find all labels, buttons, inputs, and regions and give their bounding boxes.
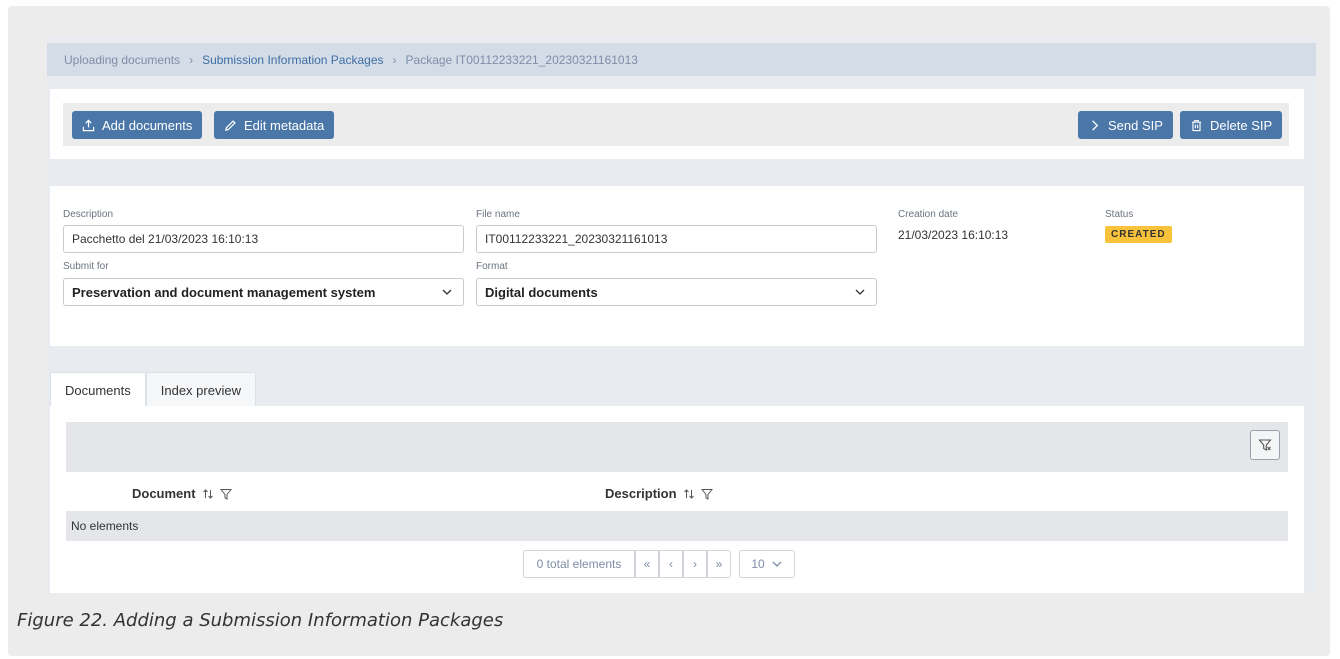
actions-panel: Add documents Edit metadata Send SIP Del…: [50, 89, 1304, 159]
add-documents-button[interactable]: Add documents: [72, 111, 203, 139]
pagination-last-button[interactable]: »: [707, 550, 731, 578]
table-empty-row: No elements: [66, 511, 1288, 541]
documents-panel: Document Description No elements 0 total…: [50, 406, 1304, 593]
file-name-field[interactable]: IT00112233221_20230321161013: [476, 225, 877, 253]
file-name-label: File name: [476, 209, 520, 220]
delete-sip-button[interactable]: Delete SIP: [1180, 111, 1283, 139]
breadcrumb-current-package: Package IT00112233221_20230321161013: [405, 52, 638, 67]
page-size-value: 10: [751, 557, 765, 571]
edit-metadata-button[interactable]: Edit metadata: [214, 111, 335, 139]
send-sip-label: Send SIP: [1108, 117, 1163, 133]
column-header-description[interactable]: Description: [605, 486, 713, 501]
tab-index-preview[interactable]: Index preview: [145, 372, 256, 407]
figure-caption: Figure 22. Adding a Submission Informati…: [17, 610, 504, 631]
breadcrumb-separator: ›: [392, 52, 397, 67]
creation-date-value: 21/03/2023 16:10:13: [898, 228, 1009, 242]
format-label: Format: [476, 261, 508, 272]
add-documents-label: Add documents: [102, 117, 193, 133]
delete-sip-label: Delete SIP: [1210, 117, 1273, 133]
chevron-right-icon: [1092, 119, 1099, 131]
description-field[interactable]: Pacchetto del 21/03/2023 16:10:13: [63, 225, 464, 253]
column-header-document[interactable]: Document: [132, 486, 232, 501]
pagination: 0 total elements « ‹ › » 10: [523, 550, 795, 578]
chevron-down-icon: [442, 289, 452, 295]
pagination-total: 0 total elements: [523, 550, 635, 578]
column-header-document-label: Document: [132, 486, 196, 501]
submit-for-value: Preservation and document management sys…: [72, 284, 376, 300]
breadcrumb-separator: ›: [189, 52, 194, 67]
status-badge: CREATED: [1105, 226, 1172, 243]
clear-filters-button[interactable]: [1250, 430, 1280, 460]
table-toolbar: [66, 422, 1288, 472]
chevron-down-icon: [855, 289, 865, 295]
breadcrumb-sip-list[interactable]: Submission Information Packages: [202, 53, 383, 67]
metadata-panel: Description Pacchetto del 21/03/2023 16:…: [50, 186, 1304, 346]
filter-clear-icon: [1258, 439, 1272, 451]
format-value: Digital documents: [485, 284, 598, 300]
submit-for-select[interactable]: Preservation and document management sys…: [63, 278, 464, 306]
column-header-description-label: Description: [605, 486, 677, 501]
format-select[interactable]: Digital documents: [476, 278, 877, 306]
breadcrumb-uploading-documents[interactable]: Uploading documents: [64, 53, 180, 67]
status-label: Status: [1105, 209, 1134, 220]
pagination-next-button[interactable]: ›: [683, 550, 707, 578]
chevron-down-icon: [772, 561, 782, 567]
filter-icon[interactable]: [700, 488, 713, 500]
app-window: Uploading documents › Submission Informa…: [47, 37, 1316, 593]
trash-icon: [1191, 119, 1202, 131]
breadcrumb: Uploading documents › Submission Informa…: [47, 43, 1316, 76]
tab-bar: Documents Index preview: [50, 372, 256, 407]
upload-icon: [82, 119, 95, 131]
description-label: Description: [63, 209, 114, 220]
toolbar: Add documents Edit metadata Send SIP Del…: [63, 103, 1289, 146]
creation-date-label: Creation date: [898, 209, 959, 220]
pagination-first-button[interactable]: «: [635, 550, 659, 578]
pagination-prev-button[interactable]: ‹: [659, 550, 683, 578]
sort-icon[interactable]: [683, 488, 695, 500]
submit-for-label: Submit for: [63, 261, 109, 272]
figure-frame: Uploading documents › Submission Informa…: [8, 6, 1330, 656]
tab-documents[interactable]: Documents: [50, 372, 146, 407]
sort-icon[interactable]: [202, 488, 214, 500]
page-size-select[interactable]: 10: [739, 550, 795, 578]
pencil-icon: [225, 119, 236, 131]
filter-icon[interactable]: [219, 488, 232, 500]
edit-metadata-label: Edit metadata: [244, 117, 325, 133]
send-sip-button[interactable]: Send SIP: [1078, 111, 1173, 139]
